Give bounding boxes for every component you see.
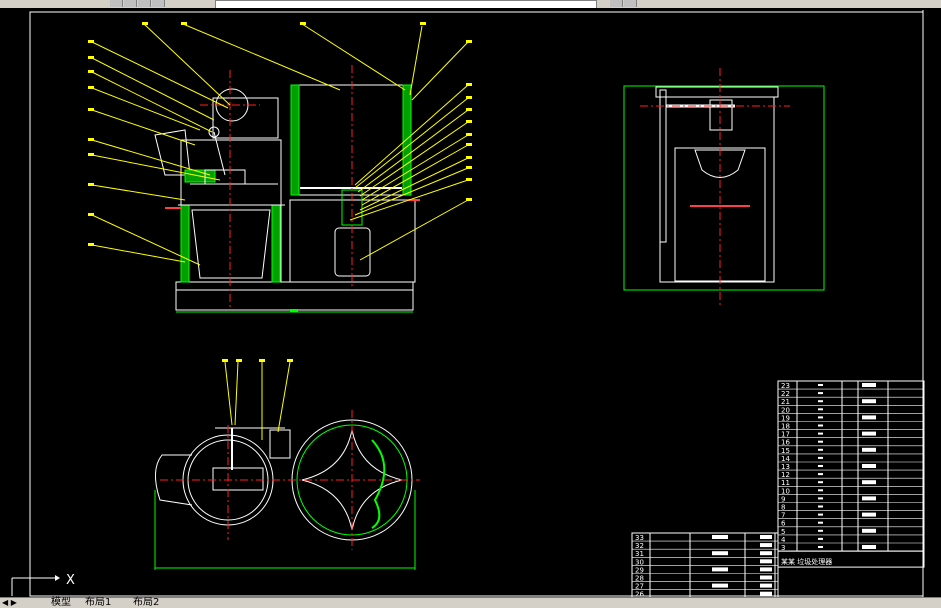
table-row-number: 13 — [781, 463, 790, 471]
drawing-border — [29, 11, 924, 597]
toolbar-button[interactable] — [610, 0, 623, 7]
table-row-number: 30 — [635, 558, 644, 566]
front-view — [88, 22, 472, 313]
parts-table-bottom: 3332313029282726 — [631, 532, 779, 599]
cad-drawing: 23222120191817161514131211109876543某某 垃圾… — [11, 10, 925, 599]
grinding-tank — [290, 84, 412, 196]
top-view — [154, 359, 420, 570]
toolbar-button[interactable] — [110, 0, 123, 7]
table-row-number: 8 — [781, 504, 785, 512]
table-row-number: 10 — [781, 487, 790, 495]
base-plate — [175, 281, 414, 311]
table-row-number: 23 — [781, 382, 790, 390]
table-row-number: 7 — [781, 512, 785, 520]
table-row-number: 22 — [781, 390, 790, 398]
table-row-number: 14 — [781, 455, 790, 463]
table-row-number: 20 — [781, 406, 790, 414]
toolbar-button[interactable] — [138, 0, 151, 7]
layout-tabs: ◀ ▶ 模型 布局1 布局2 — [0, 597, 941, 608]
table-row-number: 12 — [781, 471, 790, 479]
left-housing — [180, 139, 282, 283]
toolbar-button[interactable] — [152, 0, 165, 7]
table-row-number: 17 — [781, 431, 790, 439]
table-row-number: 18 — [781, 423, 790, 431]
table-row-number: 32 — [635, 542, 644, 550]
table-row-number: 5 — [781, 528, 785, 536]
table-row-number: 19 — [781, 414, 790, 422]
toolbar-button[interactable] — [624, 0, 637, 7]
table-row-number: 27 — [635, 583, 644, 591]
drawing-canvas[interactable]: 23 22 21 20 19 18 17 16 15 14 13 12 11 10 9 8 7 6 5 4 3 某某 垃圾… — [0, 8, 941, 599]
ucs-icon — [11, 575, 60, 596]
table-title: 某某 垃圾处理器 — [781, 557, 832, 566]
table-row-number: 9 — [781, 495, 785, 503]
toolbar-button[interactable] — [124, 0, 137, 7]
side-view — [623, 68, 825, 305]
ucs-x-label: X — [66, 573, 75, 588]
parts-table-right: 23222120191817161514131211109876543某某 垃圾… — [777, 380, 925, 568]
collection-bin — [191, 209, 271, 279]
leader-tags-right — [466, 40, 472, 201]
side-view-dimension-box — [623, 85, 825, 291]
table-row-number: 15 — [781, 447, 790, 455]
leader-lines-left — [91, 23, 406, 266]
